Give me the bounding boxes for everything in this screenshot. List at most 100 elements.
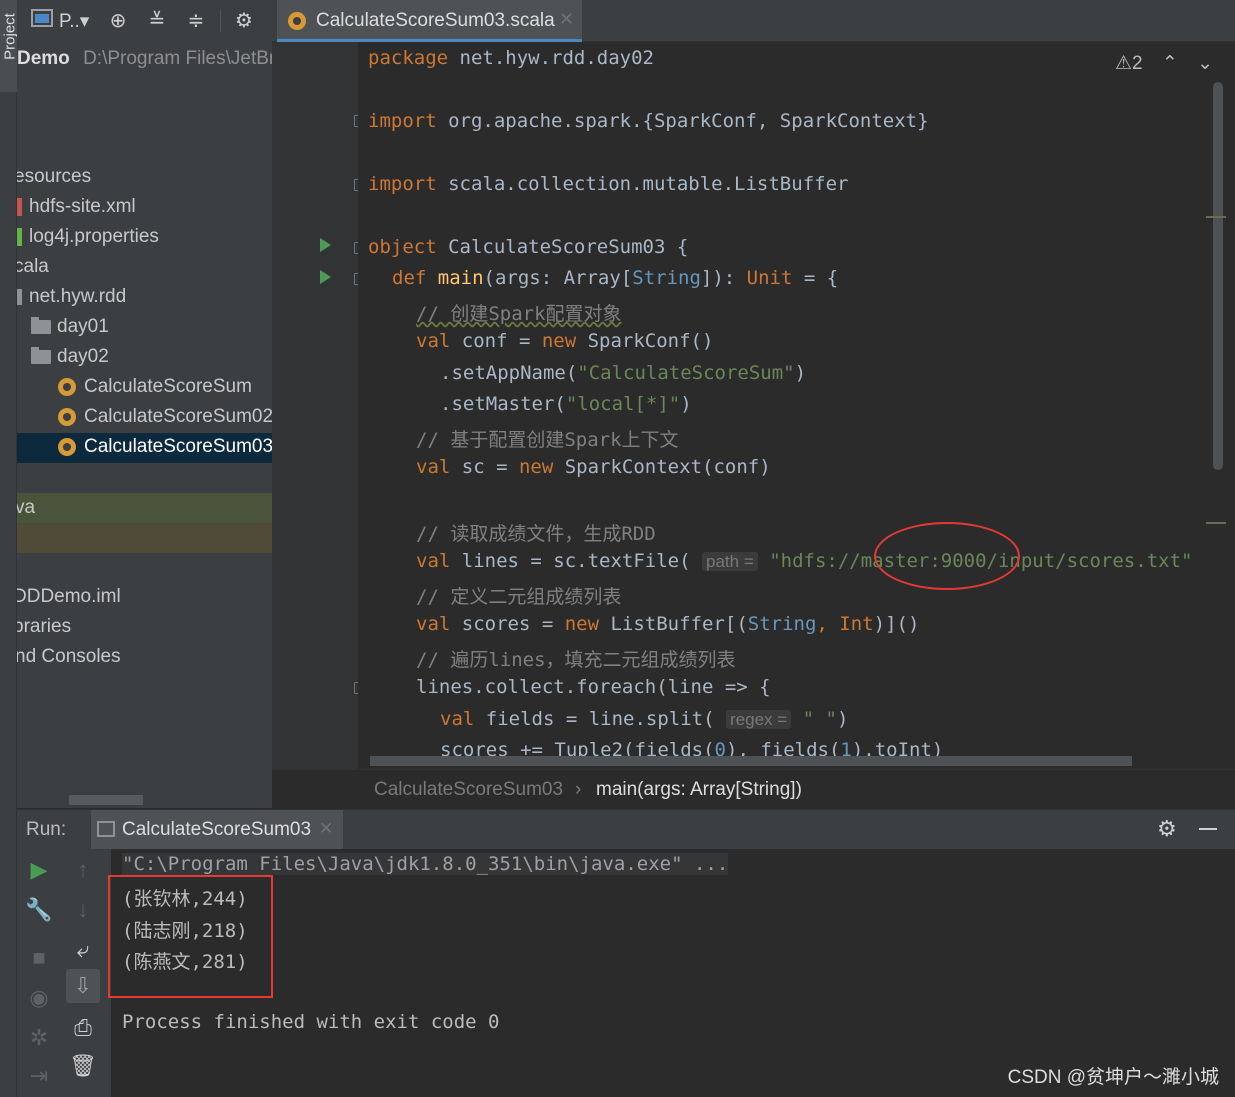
scala-object-icon	[58, 407, 76, 426]
tree-item-l[interactable]: l	[17, 552, 18, 582]
tree-item-package[interactable]: net.hyw.rdd	[17, 282, 126, 312]
trash-icon[interactable]: 🗑	[69, 1053, 97, 1079]
annotation-box	[108, 875, 273, 998]
scroll-marker	[1206, 216, 1226, 218]
package-icon	[17, 288, 22, 305]
minimize-icon[interactable]	[1199, 828, 1217, 830]
scala-object-icon	[288, 12, 306, 30]
tree-item-scratches[interactable]: nd Consoles	[17, 642, 121, 672]
xml-file-icon	[17, 197, 22, 216]
tree-item-day01[interactable]: day01	[31, 312, 109, 342]
breadcrumb: CalculateScoreSum03 › main(args: Array[S…	[272, 769, 1235, 809]
folder-icon	[31, 316, 51, 334]
run-tab-calculatescoresum03[interactable]: CalculateScoreSum03 ✕	[91, 810, 343, 850]
gear-icon[interactable]: ⚙	[231, 8, 257, 34]
project-view-dropdown[interactable]: P..▾	[59, 10, 89, 33]
editor-tab-label: CalculateScoreSum03.scala	[316, 10, 555, 31]
breadcrumb-separator: ›	[575, 779, 582, 800]
folder-icon	[31, 346, 51, 364]
breadcrumb-method[interactable]: main(args: Array[String])	[596, 779, 802, 801]
code-line-18: // 定义二元组成绩列表	[416, 586, 622, 608]
project-panel: P..▾ ⊕ ≚ ≑ ⚙ Demo D:\Program Files\JetBr…	[17, 0, 272, 808]
run-panel-header: Run: CalculateScoreSum03 ✕ ⚙	[17, 809, 1235, 850]
warning-count: 2	[1132, 53, 1143, 74]
project-tool-tab-label: Project	[1, 13, 19, 60]
tree-item-hdfs-site[interactable]: hdfs-site.xml	[17, 192, 136, 222]
run-tab-label: CalculateScoreSum03	[122, 819, 312, 840]
close-icon[interactable]: ✕	[319, 819, 333, 839]
tree-item-log4j[interactable]: log4j.properties	[17, 222, 159, 252]
editor-vertical-scrollbar[interactable]	[1213, 82, 1223, 470]
code-line-11: .setAppName("CalculateScoreSum")	[440, 362, 807, 384]
toolbar-divider	[220, 10, 221, 32]
wrench-icon[interactable]: 🔧	[25, 897, 53, 923]
project-toolbar: P..▾ ⊕ ≚ ≑ ⚙	[17, 0, 272, 42]
warning-icon: ⚠	[1114, 53, 1133, 74]
code-line-7: object CalculateScoreSum03 {	[368, 236, 689, 258]
project-root-path: D:\Program Files\JetBr	[83, 48, 272, 69]
print-icon[interactable]: ⎙	[69, 1015, 97, 1041]
code-line-22: val fields = line.split( regex = " ")	[440, 708, 849, 730]
editor-horizontal-scrollbar[interactable]	[370, 756, 1132, 766]
tree-item-calculatescoresum[interactable]: CalculateScoreSum	[58, 372, 252, 402]
console-exit-status: Process finished with exit code 0	[122, 1011, 500, 1033]
tree-item-libraries[interactable]: braries	[17, 612, 71, 642]
run-icon[interactable]	[320, 238, 331, 252]
code-line-16: // 读取成绩文件，生成RDD	[416, 523, 656, 545]
soft-wrap-icon[interactable]: ⤶	[69, 937, 97, 963]
locate-icon[interactable]: ⊕	[105, 8, 131, 34]
debug-icon[interactable]: ✲	[25, 1025, 53, 1051]
previous-highlight-icon[interactable]: ⌃	[1162, 53, 1178, 74]
exit-icon[interactable]: ⇥	[25, 1063, 53, 1089]
project-tool-tab[interactable]: Project	[0, 0, 19, 92]
inspection-widget[interactable]: ⚠2 ⌃ ⌄	[1115, 52, 1213, 75]
run-panel-title: Run:	[26, 819, 67, 840]
left-tool-strip: Project	[0, 0, 19, 1097]
project-root[interactable]: Demo D:\Program Files\JetBr	[17, 44, 272, 74]
project-root-name: Demo	[17, 48, 70, 69]
code-line-10: val conf = new SparkConf()	[416, 330, 714, 352]
expand-all-icon[interactable]: ≚	[144, 8, 170, 34]
down-arrow-icon[interactable]: ↓	[69, 897, 97, 923]
next-highlight-icon[interactable]: ⌄	[1197, 53, 1213, 74]
tree-highlight-green	[17, 493, 272, 523]
code-line-20: // 遍历lines，填充二元组成绩列表	[416, 649, 736, 671]
annotation-ellipse	[874, 522, 1020, 590]
gear-icon[interactable]: ⚙	[1157, 816, 1177, 842]
project-horizontal-scrollbar[interactable]	[69, 795, 143, 805]
code-line-14: val sc = new SparkContext(conf)	[416, 456, 771, 478]
scroll-marker	[1206, 522, 1226, 524]
editor-tab-bar: CalculateScoreSum03.scala ✕	[272, 0, 1235, 42]
run-toolbar: ▶ ↑ 🔧 ↓ ■ ⤶ ◉ ⇩ ✲ ⎙ ⇥ 🗑	[17, 849, 111, 1097]
code-line-3: import org.apache.spark.{SparkConf, Spar…	[368, 110, 929, 132]
code-line-13: // 基于配置创建Spark上下文	[416, 429, 679, 451]
tree-item-resources[interactable]: esources	[17, 162, 91, 192]
run-icon[interactable]	[320, 270, 331, 284]
scala-object-icon	[58, 377, 76, 396]
code-line-12: .setMaster("local[*]")	[440, 393, 692, 415]
code-editor[interactable]: 1 2 3 4 5 6 7 8 9 10 11 12 13 14 15 16 1…	[358, 42, 1235, 769]
run-console[interactable]: "C:\Program Files\Java\jdk1.8.0_351\bin\…	[108, 849, 1235, 1097]
tree-item-java[interactable]: va	[17, 493, 35, 523]
tree-highlight-olive	[17, 523, 272, 553]
close-icon[interactable]: ✕	[559, 9, 574, 30]
code-line-5: import scala.collection.mutable.ListBuff…	[368, 173, 849, 195]
up-arrow-icon[interactable]: ↑	[69, 857, 97, 883]
editor-gutter	[272, 42, 394, 769]
rerun-icon[interactable]: ▶	[25, 857, 53, 883]
editor-tab-calculatescoresum03[interactable]: CalculateScoreSum03.scala ✕	[277, 0, 582, 42]
breadcrumb-object[interactable]: CalculateScoreSum03	[374, 779, 563, 801]
watermark: CSDN @贫坤户～濉小城	[1007, 1067, 1219, 1088]
tree-item-calculatescoresum02[interactable]: CalculateScoreSum02	[58, 402, 272, 432]
stop-icon[interactable]: ■	[25, 945, 53, 971]
tree-item-calculatescoresum03[interactable]: CalculateScoreSum03	[58, 432, 272, 462]
tree-item-scala[interactable]: cala	[17, 252, 49, 282]
camera-icon[interactable]: ◉	[25, 985, 53, 1011]
tree-item-day02[interactable]: day02	[31, 342, 109, 372]
project-view-icon[interactable]	[29, 8, 55, 34]
scroll-to-end-icon[interactable]: ⇩	[66, 969, 100, 1003]
tree-item-iml[interactable]: DDDemo.iml	[17, 582, 121, 612]
parameter-hint: regex =	[726, 710, 792, 729]
collapse-all-icon[interactable]: ≑	[183, 8, 209, 34]
parameter-hint: path =	[702, 552, 758, 571]
